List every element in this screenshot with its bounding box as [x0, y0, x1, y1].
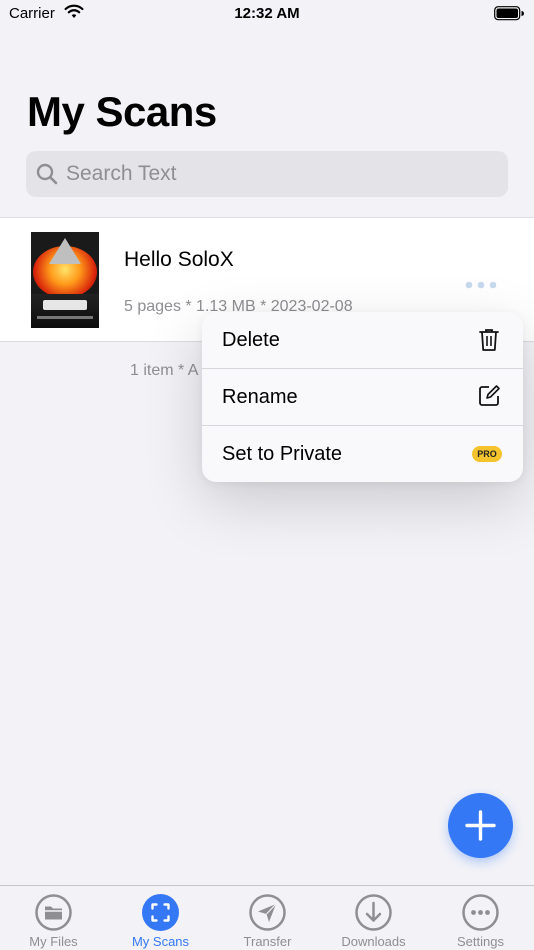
tab-my-files[interactable]: My Files: [0, 886, 107, 950]
trash-icon: [477, 327, 501, 358]
menu-item-label: Delete: [222, 329, 280, 351]
context-menu: Delete Rename Set to Private PRO: [202, 312, 523, 482]
tab-my-scans[interactable]: My Scans: [107, 886, 214, 950]
tab-label: Downloads: [341, 934, 406, 949]
battery-icon: [494, 6, 524, 25]
tab-label: My Scans: [131, 934, 190, 949]
menu-item-set-private[interactable]: Set to Private PRO: [202, 426, 523, 482]
menu-item-delete[interactable]: Delete: [202, 312, 523, 369]
send-icon: [249, 894, 286, 931]
tab-bar: My Files My Scans Transfer Downloads Set…: [0, 885, 534, 950]
tab-settings[interactable]: Settings: [427, 886, 534, 950]
scan-icon: [142, 894, 179, 931]
tab-transfer[interactable]: Transfer: [214, 886, 321, 950]
menu-item-label: Set to Private: [222, 443, 343, 465]
tab-label: My Files: [29, 934, 78, 949]
tab-label: Transfer: [243, 934, 292, 949]
search-icon: [36, 163, 58, 190]
plus-icon: [465, 810, 496, 841]
file-name: Hello SoloX: [124, 248, 234, 271]
item-count: 1 item * A: [130, 362, 199, 379]
more-options-icon[interactable]: [465, 276, 497, 294]
folder-icon: [35, 894, 72, 931]
pro-badge: PRO: [472, 446, 502, 462]
more-icon: [462, 894, 499, 931]
tab-downloads[interactable]: Downloads: [320, 886, 427, 950]
search-bar[interactable]: [26, 151, 508, 197]
add-button[interactable]: [448, 793, 513, 858]
download-icon: [355, 894, 392, 931]
page-title: My Scans: [27, 88, 217, 135]
search-input[interactable]: [64, 151, 494, 197]
status-time: 12:32 AM: [234, 5, 300, 22]
edit-icon: [477, 384, 501, 413]
menu-item-label: Rename: [222, 386, 298, 408]
menu-item-rename[interactable]: Rename: [202, 369, 523, 426]
file-thumbnail: [31, 232, 99, 328]
status-bar: Carrier 12:32 AM: [0, 0, 534, 28]
tab-label: Settings: [457, 934, 504, 949]
